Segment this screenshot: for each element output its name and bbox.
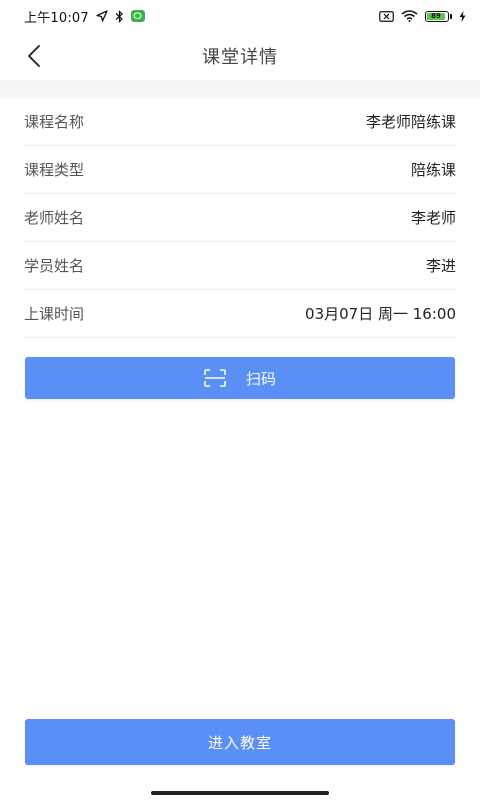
- course-name-row: 课程名称 李老师陪练课: [24, 98, 456, 146]
- bluetooth-icon: [115, 9, 124, 23]
- course-type-label: 课程类型: [24, 161, 85, 179]
- page-title: 课堂详情: [202, 47, 278, 68]
- wifi-icon: [401, 10, 418, 22]
- section-divider: [0, 80, 480, 98]
- scan-button[interactable]: 扫码: [25, 357, 455, 399]
- status-time: 上午10:07: [24, 10, 89, 26]
- scan-button-label: 扫码: [245, 369, 276, 388]
- class-detail-page: 上午10:07 89 课堂详情 课程名称 李老师陪练课 课程类型 陪练课 老师姓…: [0, 0, 480, 800]
- teacher-name-value: 李老师: [410, 209, 456, 227]
- teacher-name-label: 老师姓名: [24, 209, 85, 227]
- class-time-label: 上课时间: [24, 305, 85, 323]
- enter-classroom-button[interactable]: 进入教室: [25, 719, 455, 765]
- student-name-row: 学员姓名 李进: [24, 242, 456, 290]
- status-left: 上午10:07: [24, 7, 145, 26]
- course-type-row: 课程类型 陪练课: [24, 146, 456, 194]
- location-icon: [96, 10, 108, 22]
- chevron-left-icon: [28, 45, 40, 67]
- sim-disabled-icon: [379, 10, 394, 22]
- status-bar: 上午10:07 89: [0, 0, 480, 32]
- status-right: 89: [379, 10, 466, 22]
- class-time-row: 上课时间 03月07日 周一 16:00: [24, 290, 456, 338]
- course-name-label: 课程名称: [24, 113, 85, 131]
- back-button[interactable]: [18, 40, 50, 72]
- student-name-value: 李进: [425, 257, 456, 275]
- battery-level: 89: [427, 12, 445, 20]
- course-name-value: 李老师陪练课: [365, 113, 456, 131]
- charging-icon: [459, 10, 466, 22]
- course-detail-list: 课程名称 李老师陪练课 课程类型 陪练课 老师姓名 李老师 学员姓名 李进 上课…: [24, 98, 456, 338]
- home-indicator[interactable]: [151, 791, 329, 795]
- enter-classroom-label: 进入教室: [207, 733, 272, 752]
- class-time-value: 03月07日 周一 16:00: [305, 305, 456, 323]
- wechat-icon: [130, 10, 145, 22]
- nav-header: 课堂详情: [0, 32, 480, 80]
- course-type-value: 陪练课: [410, 161, 456, 179]
- scan-icon: [204, 369, 226, 387]
- battery-icon: 89: [425, 10, 452, 22]
- teacher-name-row: 老师姓名 李老师: [24, 194, 456, 242]
- student-name-label: 学员姓名: [24, 257, 85, 275]
